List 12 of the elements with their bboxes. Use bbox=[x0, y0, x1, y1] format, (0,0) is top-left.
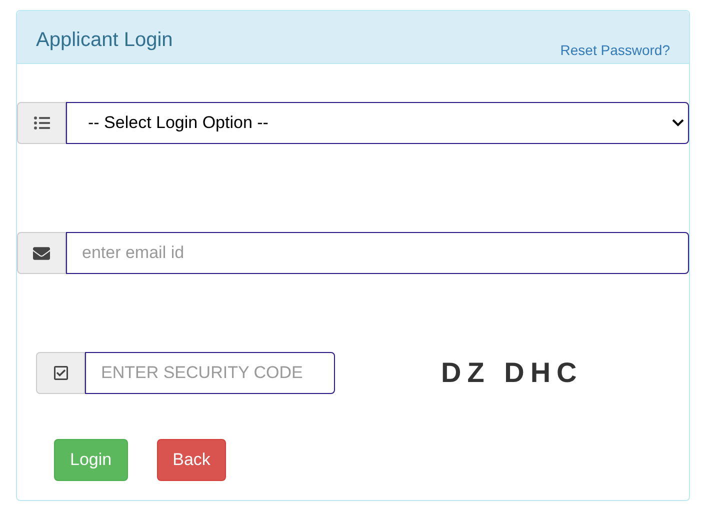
login-option-select[interactable]: -- Select Login Option -- bbox=[66, 102, 689, 144]
captcha-image: DZ DHC bbox=[441, 356, 583, 390]
email-field[interactable]: enter email id bbox=[66, 232, 689, 274]
chevron-down-icon bbox=[672, 119, 684, 127]
security-code-field[interactable]: ENTER SECURITY CODE bbox=[85, 352, 335, 394]
reset-password-link[interactable]: Reset Password? bbox=[560, 40, 670, 61]
panel-title: Applicant Login bbox=[36, 28, 173, 53]
list-icon bbox=[34, 115, 50, 131]
login-button[interactable]: Login bbox=[54, 439, 128, 481]
checkbox-icon bbox=[52, 365, 68, 381]
back-button[interactable]: Back bbox=[156, 439, 226, 481]
envelope-icon bbox=[33, 244, 50, 262]
